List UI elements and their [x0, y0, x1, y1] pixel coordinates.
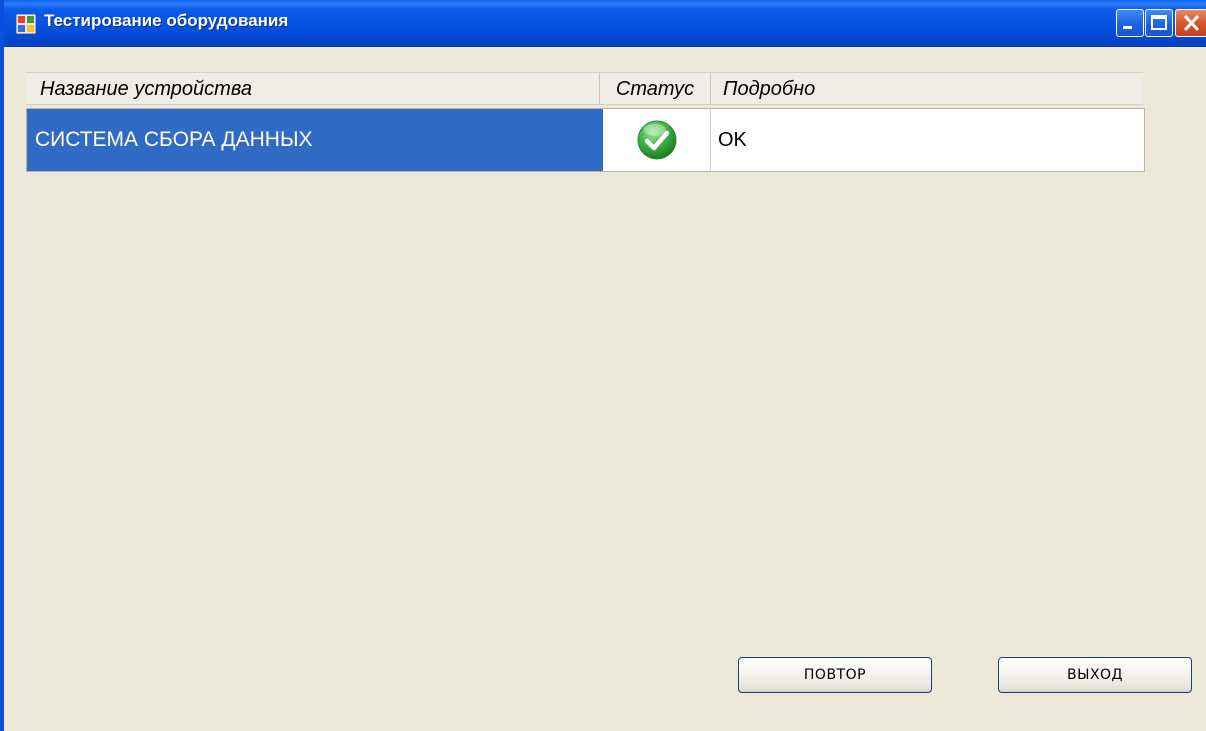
table-row[interactable]: СИСТЕМА СБОРА ДАННЫХ OK [26, 108, 1145, 172]
grid-header: Название устройства Статус Подробно [26, 72, 1143, 105]
check-icon [637, 120, 677, 160]
maximize-icon [1151, 15, 1167, 30]
close-button[interactable] [1175, 9, 1206, 37]
title-bar[interactable]: Тестирование оборудования [4, 0, 1206, 47]
minimize-button[interactable] [1116, 9, 1144, 37]
column-header-device-name[interactable]: Название устройства [26, 73, 600, 105]
retry-button[interactable]: ПОВТОР [738, 657, 932, 693]
maximize-button[interactable] [1145, 9, 1173, 37]
close-icon [1183, 14, 1200, 32]
exit-button[interactable]: ВЫХОД [998, 657, 1192, 693]
device-name-cell[interactable]: СИСТЕМА СБОРА ДАННЫХ [27, 109, 603, 171]
detail-cell[interactable]: OK [711, 109, 1144, 171]
column-header-details[interactable]: Подробно [711, 73, 1143, 105]
window-title: Тестирование оборудования [44, 11, 289, 30]
device-grid[interactable]: Название устройства Статус Подробно СИСТ… [26, 72, 1145, 174]
application-icon[interactable] [16, 14, 36, 34]
minimize-icon [1123, 26, 1132, 29]
column-header-status[interactable]: Статус [600, 73, 711, 105]
app-window: Тестирование оборудования Название устро… [0, 0, 1206, 731]
status-cell[interactable] [603, 109, 711, 171]
